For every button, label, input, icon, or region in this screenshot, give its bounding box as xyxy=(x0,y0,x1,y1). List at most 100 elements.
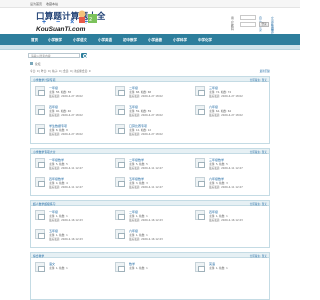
forum-item[interactable]: 一年级 主题: 58, 帖数: 58 最后发表: 2020-4-27 18:02 xyxy=(35,84,115,101)
section-title[interactable]: 超人数学超级练习 xyxy=(33,202,55,206)
bookmark-link[interactable]: 收藏本站 xyxy=(46,2,58,6)
forum-item[interactable]: 二年级数学 主题: 5, 帖数: 5 最后发表: 2020-4-11 12:27 xyxy=(115,156,195,173)
forum-latest[interactable]: 最后发表: 2020-4-27 18:02 xyxy=(49,113,83,117)
forum-icon xyxy=(195,158,205,168)
forum-latest[interactable]: 最后发表: 2020-4-27 18:02 xyxy=(209,94,243,98)
breadcrumb-home[interactable]: 论坛 xyxy=(35,62,41,66)
forum-icon xyxy=(35,158,45,168)
forum-item[interactable]: 五年级 主题: 59, 帖数: 59 最后发表: 2020-4-27 18:02 xyxy=(115,103,195,120)
nav-item[interactable]: 中学化学 xyxy=(198,38,212,43)
site-logo-url: KouSuanTi.com xyxy=(36,26,86,33)
section-title[interactable]: 综合教学 xyxy=(33,254,44,258)
set-homepage-link[interactable]: 设为首页 xyxy=(30,2,42,6)
forum-topics: 主题: 1, 帖数: 1 xyxy=(129,267,148,270)
search-placeholder: 请输入搜索内容 xyxy=(31,54,51,58)
password-input[interactable] xyxy=(240,22,256,27)
forum-latest[interactable]: 最后发表: 2020-4-27 18:02 xyxy=(129,113,163,117)
forum-latest[interactable]: 最后发表: 2020-4-11 12:27 xyxy=(129,185,163,189)
forum-item[interactable]: 四年级 主题: 40, 帖数: 40 最后发表: 2020-4-27 18:02 xyxy=(35,103,115,120)
home-icon[interactable] xyxy=(30,62,33,66)
forum-icon xyxy=(35,86,45,96)
search-input[interactable]: 请输入搜索内容 xyxy=(28,52,80,58)
forum-item[interactable]: 口算比赛专项 主题: 12, 帖数: 12 最后发表: 2020-4-27 18:0… xyxy=(115,122,195,139)
search-icon[interactable] xyxy=(81,52,87,58)
forum-latest[interactable]: 最后发表: 2020-4-27 18:02 xyxy=(129,94,163,98)
main-nav: 首页 小学数学 小学语文 小学英语 初中数学 小学品德 小学科学 中学化学 xyxy=(0,34,300,45)
nav-item[interactable]: 小学科学 xyxy=(173,38,187,43)
forum-item[interactable]: 五年级 主题: 1, 帖数: 1 最后发表: 2020-2-16 12:23 xyxy=(35,227,115,244)
forum-icon xyxy=(35,124,45,134)
nav-item[interactable]: 初中数学 xyxy=(123,38,137,43)
forum-latest[interactable]: 最后发表: 2020-2-16 12:23 xyxy=(209,218,243,222)
section-moderator: 分区版主: 暂无 xyxy=(249,150,267,154)
forum-icon xyxy=(195,262,205,272)
forum-latest[interactable]: 最后发表: 2020-2-16 12:23 xyxy=(49,237,83,241)
forum-latest[interactable]: 最后发表: 2020-4-27 18:02 xyxy=(49,132,83,136)
forum-icon xyxy=(115,105,125,115)
forum-item[interactable]: 三年级 主题: 74, 帖数: 74 最后发表: 2020-4-27 18:02 xyxy=(195,84,275,101)
forum-item[interactable]: 语文 主题: 1, 帖数: 1 xyxy=(35,260,115,277)
forum-latest[interactable]: 最后发表: 2020-2-16 12:23 xyxy=(129,237,163,241)
forum-item[interactable]: 一年级 主题: 1, 帖数: 1 最后发表: 2020-2-16 12:23 xyxy=(35,208,115,225)
forum-latest[interactable]: 最后发表: 2020-2-16 12:23 xyxy=(49,218,83,222)
forum-icon xyxy=(35,210,45,220)
forum-item[interactable]: 六年级数学 主题: 3, 帖数: 3 最后发表: 2020-4-11 12:27 xyxy=(195,175,275,192)
forum-item[interactable]: 四年级数学 主题: 4, 帖数: 4 最后发表: 2020-4-11 12:27 xyxy=(35,175,115,192)
forum-latest[interactable]: 最后发表: 2020-4-11 12:27 xyxy=(49,166,83,170)
forum-latest[interactable]: 最后发表: 2020-4-11 12:27 xyxy=(129,166,163,170)
breadcrumb: 论坛 xyxy=(30,62,41,66)
forum-icon xyxy=(115,177,125,187)
forum-item[interactable]: 学生数据专项 主题: 8, 帖数: 8 最后发表: 2020-4-27 18:02 xyxy=(35,122,115,139)
forum-item[interactable]: 五年级数学 主题: 3, 帖数: 3 最后发表: 2020-4-11 12:27 xyxy=(115,175,195,192)
forum-icon xyxy=(115,86,125,96)
login-button[interactable]: 登录 xyxy=(259,22,269,27)
forum-item[interactable]: 六年级 主题: 1, 帖数: 1 最后发表: 2020-2-16 12:23 xyxy=(115,227,195,244)
latest-replies-link[interactable]: 最新回复 xyxy=(260,69,270,73)
nav-item[interactable]: 小学数学 xyxy=(48,38,62,43)
username-input[interactable] xyxy=(240,15,256,20)
forum-item[interactable]: 一年级数学 主题: 5, 帖数: 5 最后发表: 2020-4-11 12:27 xyxy=(35,156,115,173)
forum-icon xyxy=(195,86,205,96)
password-label: 密码 xyxy=(231,23,234,31)
forum-icon xyxy=(35,262,45,272)
section-title[interactable]: 小学数学计算专项 xyxy=(33,78,55,82)
sub-nav xyxy=(0,45,300,50)
forum-icon xyxy=(115,124,125,134)
search-bar: 请输入搜索内容 xyxy=(28,51,272,60)
nav-item[interactable]: 小学英语 xyxy=(98,38,112,43)
section-moderator: 分区版主: 暂无 xyxy=(249,202,267,206)
forum-section: 小学数学专项大全 分区版主: 暂无 一年级数学 主题: 5, 帖数: 5 最后发表: … xyxy=(30,148,270,196)
forum-item[interactable]: 二年级 主题: 68, 帖数: 68 最后发表: 2020-4-27 18:02 xyxy=(115,84,195,101)
forum-latest[interactable]: 最后发表: 2020-4-27 18:02 xyxy=(49,94,83,98)
nav-item[interactable]: 小学品德 xyxy=(148,38,162,43)
forum-icon xyxy=(35,105,45,115)
forum-latest[interactable]: 最后发表: 2020-2-16 12:23 xyxy=(129,218,163,222)
nav-item[interactable]: 小学语文 xyxy=(73,38,87,43)
forum-latest[interactable]: 最后发表: 2020-4-11 12:27 xyxy=(49,185,83,189)
section-title[interactable]: 小学数学专项大全 xyxy=(33,150,55,154)
forum-stats: 今日: 0 | 昨日: 0 | 帖子: 0 | 会员: 0 | 欢迎新会员: 0… xyxy=(30,69,270,73)
forum-section: 小学数学计算专项 分区版主: 暂无 一年级 主题: 58, 帖数: 58 最后发表: … xyxy=(30,76,270,144)
forum-icon xyxy=(115,229,125,239)
forum-item[interactable]: 二年级 主题: 1, 帖数: 1 最后发表: 2020-2-16 12:23 xyxy=(115,208,195,225)
forum-latest[interactable]: 最后发表: 2020-4-27 18:02 xyxy=(209,113,243,117)
forum-icon xyxy=(195,210,205,220)
forum-item[interactable]: 三年级数学 主题: 5, 帖数: 5 最后发表: 2020-4-11 12:27 xyxy=(195,156,275,173)
nav-item[interactable]: 首页 xyxy=(31,38,38,43)
forum-item[interactable]: 六年级 主题: 64, 帖数: 64 最后发表: 2020-4-27 18:02 xyxy=(195,103,275,120)
forum-icon xyxy=(115,262,125,272)
forum-icon xyxy=(35,177,45,187)
forum-topics: 主题: 1, 帖数: 1 xyxy=(209,267,228,270)
forum-icon xyxy=(115,158,125,168)
stats-text: 今日: 0 | 昨日: 0 | 帖子: 0 | 会员: 0 | 欢迎新会员: 0 xyxy=(30,70,91,73)
login-form: 用户名 自动登录 立即注册 密码 登录 找回密码 xyxy=(231,15,291,39)
forum-section: 超人数学超级练习 分区版主: 暂无 一年级 主题: 1, 帖数: 1 最后发表: 20… xyxy=(30,200,270,248)
forum-item[interactable]: 数学 主题: 1, 帖数: 1 xyxy=(115,260,195,277)
forum-latest[interactable]: 最后发表: 2020-4-11 12:27 xyxy=(209,185,243,189)
forum-icon xyxy=(35,229,45,239)
forum-item[interactable]: 英语 主题: 1, 帖数: 1 xyxy=(195,260,275,277)
forum-icon xyxy=(195,105,205,115)
forum-latest[interactable]: 最后发表: 2020-4-27 18:02 xyxy=(129,132,163,136)
forum-latest[interactable]: 最后发表: 2020-4-11 12:27 xyxy=(209,166,243,170)
forum-item[interactable]: 四年级 主题: 1, 帖数: 1 最后发表: 2020-2-16 12:23 xyxy=(195,208,275,225)
